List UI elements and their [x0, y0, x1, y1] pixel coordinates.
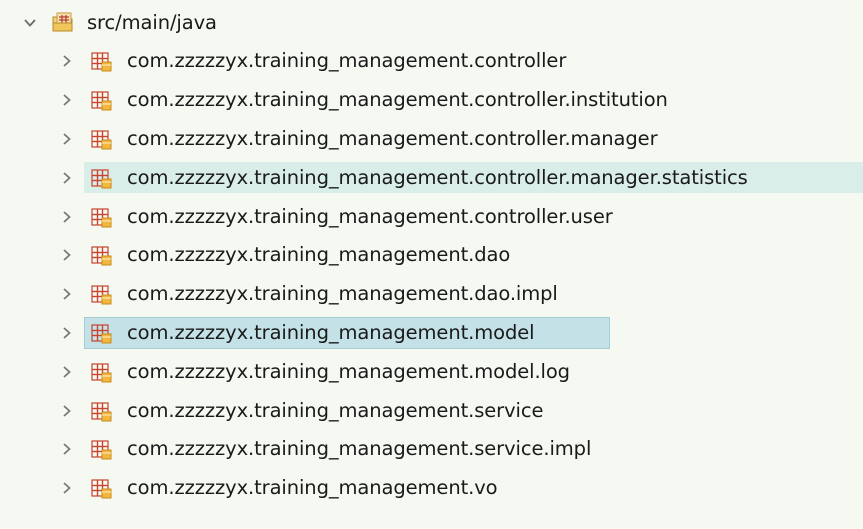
package-icon	[90, 399, 114, 423]
package-icon	[90, 166, 114, 190]
package-row[interactable]: com.zzzzzyx.training_management.controll…	[0, 158, 863, 197]
package-icon	[90, 49, 114, 73]
package-label: com.zzzzzyx.training_management.service.…	[127, 437, 592, 461]
package-row[interactable]: com.zzzzzyx.training_management.dao.impl	[0, 275, 863, 314]
package-label: com.zzzzzyx.training_management.vo	[127, 476, 498, 500]
package-label: com.zzzzzyx.training_management.dao.impl	[127, 282, 558, 306]
chevron-right-icon[interactable]	[59, 325, 75, 341]
chevron-right-icon[interactable]	[59, 480, 75, 496]
package-label: com.zzzzzyx.training_management.controll…	[127, 88, 668, 112]
package-icon	[90, 127, 114, 151]
chevron-right-icon[interactable]	[59, 209, 75, 225]
chevron-right-icon[interactable]	[59, 403, 75, 419]
chevron-right-icon[interactable]	[59, 92, 75, 108]
chevron-right-icon[interactable]	[59, 131, 75, 147]
package-icon	[90, 321, 114, 345]
package-row[interactable]: com.zzzzzyx.training_management.model	[0, 314, 863, 353]
package-icon	[90, 88, 114, 112]
chevron-right-icon[interactable]	[59, 364, 75, 380]
chevron-right-icon[interactable]	[59, 170, 75, 186]
package-icon	[90, 243, 114, 267]
package-row[interactable]: com.zzzzzyx.training_management.controll…	[0, 120, 863, 159]
chevron-right-icon[interactable]	[59, 247, 75, 263]
package-label: com.zzzzzyx.training_management.controll…	[127, 165, 748, 189]
tree-root-src-main-java[interactable]: src/main/java	[0, 4, 863, 42]
chevron-down-icon[interactable]	[22, 15, 38, 31]
package-label: com.zzzzzyx.training_management.dao	[127, 243, 511, 267]
source-folder-icon	[51, 11, 75, 35]
package-row[interactable]: com.zzzzzyx.training_management.controll…	[0, 197, 863, 236]
package-icon	[90, 476, 114, 500]
package-row[interactable]: com.zzzzzyx.training_management.service	[0, 391, 863, 430]
package-icon	[90, 437, 114, 461]
package-label: com.zzzzzyx.training_management.controll…	[127, 204, 613, 228]
chevron-right-icon[interactable]	[59, 286, 75, 302]
package-label: com.zzzzzyx.training_management.controll…	[127, 126, 658, 150]
package-row[interactable]: com.zzzzzyx.training_management.model.lo…	[0, 352, 863, 391]
package-icon	[90, 360, 114, 384]
package-label: com.zzzzzyx.training_management.service	[127, 398, 544, 422]
package-row[interactable]: com.zzzzzyx.training_management.vo	[0, 469, 863, 508]
package-icon	[90, 205, 114, 229]
package-row[interactable]: com.zzzzzyx.training_management.controll…	[0, 42, 863, 81]
chevron-right-icon[interactable]	[59, 53, 75, 69]
chevron-right-icon[interactable]	[59, 441, 75, 457]
package-label: com.zzzzzyx.training_management.model.lo…	[127, 359, 570, 383]
package-row[interactable]: com.zzzzzyx.training_management.dao	[0, 236, 863, 275]
package-explorer-tree: src/main/java com.zzzzzyx.training_manag…	[0, 0, 863, 529]
package-label: com.zzzzzyx.training_management.model	[127, 320, 535, 344]
tree-root-label: src/main/java	[87, 11, 217, 34]
package-icon	[90, 282, 114, 306]
package-label: com.zzzzzyx.training_management.controll…	[127, 49, 567, 73]
package-row[interactable]: com.zzzzzyx.training_management.controll…	[0, 81, 863, 120]
package-row[interactable]: com.zzzzzyx.training_management.service.…	[0, 430, 863, 469]
